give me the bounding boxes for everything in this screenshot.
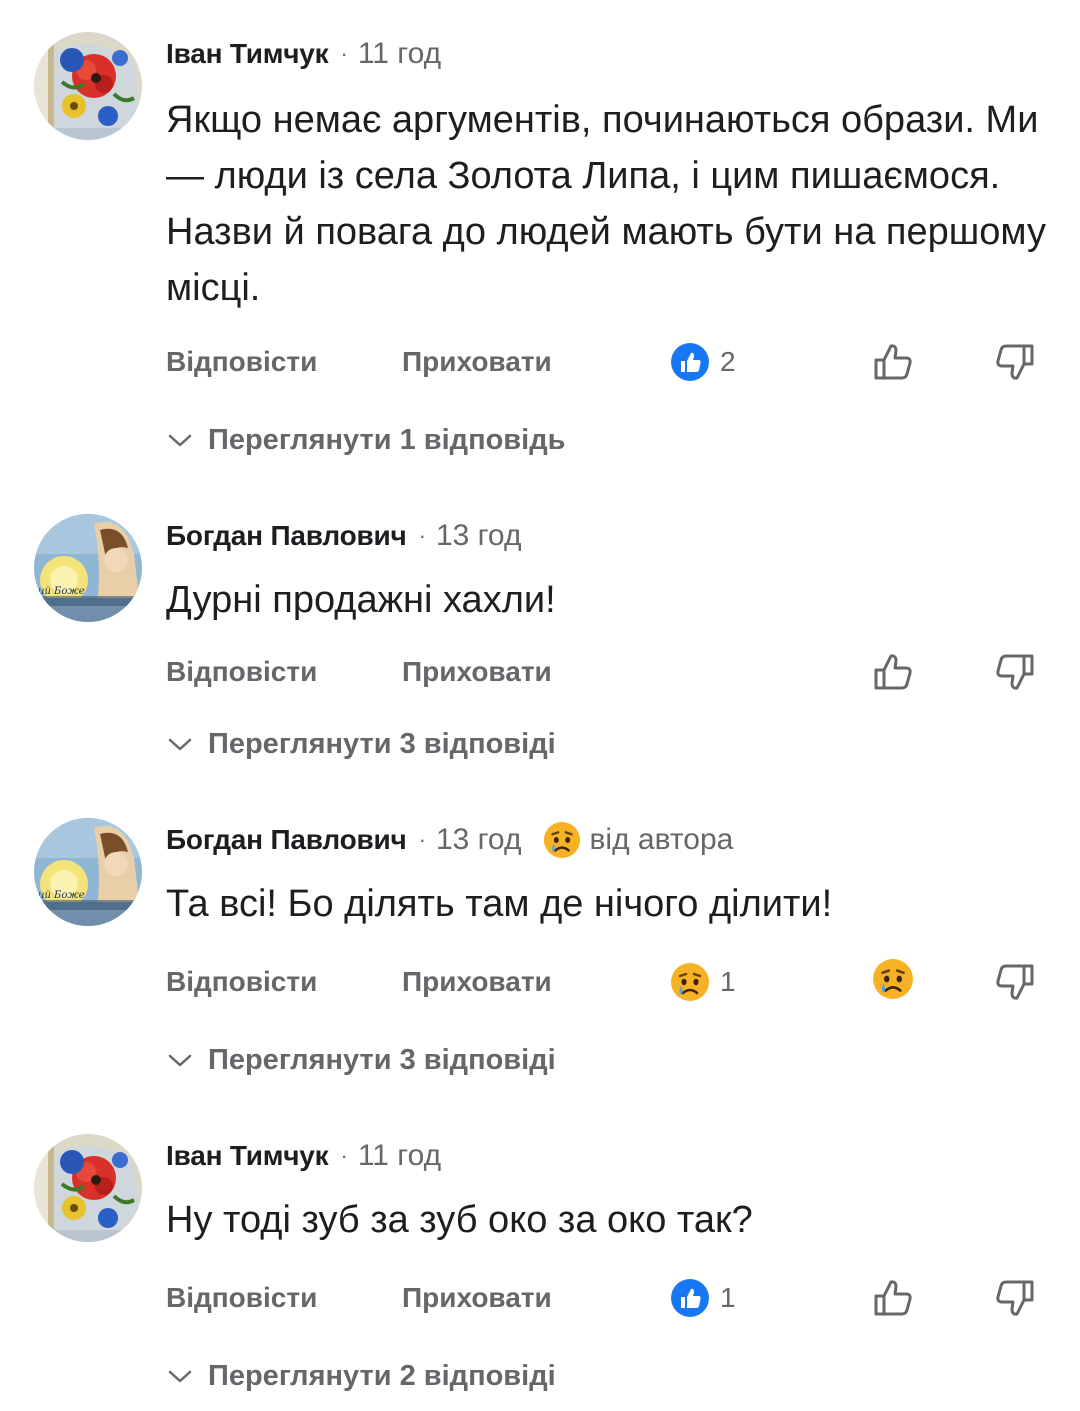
sad-reaction-button[interactable] [872,958,920,1006]
avatar-painting-image: ий Боже [34,514,142,622]
avatar-caption: ий Боже [38,890,85,901]
reaction-count: 1 [720,966,736,997]
avatar-flowers-image [34,32,142,140]
chevron-down-icon [166,1366,194,1386]
comment-header: Богдан Павлович · 13 год від автора [166,820,733,860]
comment-text: Якщо немає аргументів, починаються образ… [166,99,1046,309]
like-icon [671,1279,709,1317]
avatar[interactable] [34,32,142,140]
comment-header: Іван Тимчук · 11 год [166,1136,441,1176]
view-replies-link[interactable]: Переглянути 3 відповіді [166,724,556,764]
separator-dot: · [340,1143,348,1168]
comment-text: Та всі! Бо ділять там де нічого ділити! [166,883,833,925]
sad-icon [543,821,581,859]
comment-actions: Відповісти Приховати 1 [166,958,1080,1006]
comment-header: Іван Тимчук · 11 год [166,34,441,74]
reply-button[interactable]: Відповісти [166,340,317,384]
reaction-count: 2 [720,346,736,377]
avatar-caption: ий Боже [38,586,85,597]
dislike-outline-icon[interactable] [992,648,1040,696]
view-replies-label: Переглянути 2 відповіді [208,1359,556,1392]
avatar[interactable]: ий Боже [34,514,142,622]
reply-button[interactable]: Відповісти [166,960,317,1004]
sad-icon [873,959,913,999]
timestamp[interactable]: 13 год [436,823,522,857]
author-flag: від автора [589,823,734,856]
avatar[interactable] [34,1134,142,1242]
reaction-count: 1 [720,1282,736,1313]
view-replies-label: Переглянути 3 відповіді [208,727,556,760]
separator-dot: · [418,827,426,852]
comment-header: Богдан Павлович · 13 год [166,516,521,556]
timestamp[interactable]: 13 год [436,519,522,553]
like-outline-icon[interactable] [868,648,916,696]
reaction-summary[interactable]: 1 [670,1276,736,1320]
dislike-outline-icon[interactable] [992,1274,1040,1322]
comment-actions: Відповісти Приховати 1 [166,1276,1080,1320]
reply-button[interactable]: Відповісти [166,650,317,694]
timestamp[interactable]: 11 год [358,1139,441,1173]
like-outline-icon[interactable] [868,338,916,386]
chevron-down-icon [166,1050,194,1070]
avatar-flowers-image [34,1134,142,1242]
dislike-outline-icon[interactable] [992,338,1040,386]
author-name[interactable]: Богдан Павлович [166,520,407,552]
hide-button[interactable]: Приховати [402,650,552,694]
avatar[interactable]: ий Боже [34,818,142,926]
view-replies-label: Переглянути 3 відповіді [208,1043,556,1076]
view-replies-link[interactable]: Переглянути 3 відповіді [166,1040,556,1080]
comment-actions: Відповісти Приховати [166,650,1080,694]
comment-text: Дурні продажні хахли! [166,579,556,621]
avatar-painting-image: ий Боже [34,818,142,926]
reaction-summary[interactable]: 2 [670,340,736,384]
hide-button[interactable]: Приховати [402,1276,552,1320]
separator-dot: · [418,523,426,548]
hide-button[interactable]: Приховати [402,340,552,384]
author-name[interactable]: Іван Тимчук [166,1140,329,1172]
view-replies-link[interactable]: Переглянути 1 відповідь [166,420,565,460]
sad-icon [671,963,709,1001]
dislike-outline-icon[interactable] [992,958,1040,1006]
like-icon [671,343,709,381]
view-replies-link[interactable]: Переглянути 2 відповіді [166,1356,556,1396]
hide-button[interactable]: Приховати [402,960,552,1004]
timestamp[interactable]: 11 год [358,37,441,71]
author-name[interactable]: Іван Тимчук [166,38,329,70]
author-name[interactable]: Богдан Павлович [166,824,407,856]
comment-actions: Відповісти Приховати 2 [166,340,1080,384]
like-outline-icon[interactable] [868,1274,916,1322]
reaction-summary[interactable]: 1 [670,960,736,1004]
separator-dot: · [340,41,348,66]
chevron-down-icon [166,734,194,754]
chevron-down-icon [166,430,194,450]
reply-button[interactable]: Відповісти [166,1276,317,1320]
comment-text: Ну тоді зуб за зуб око за око так? [166,1199,753,1241]
view-replies-label: Переглянути 1 відповідь [208,423,566,456]
